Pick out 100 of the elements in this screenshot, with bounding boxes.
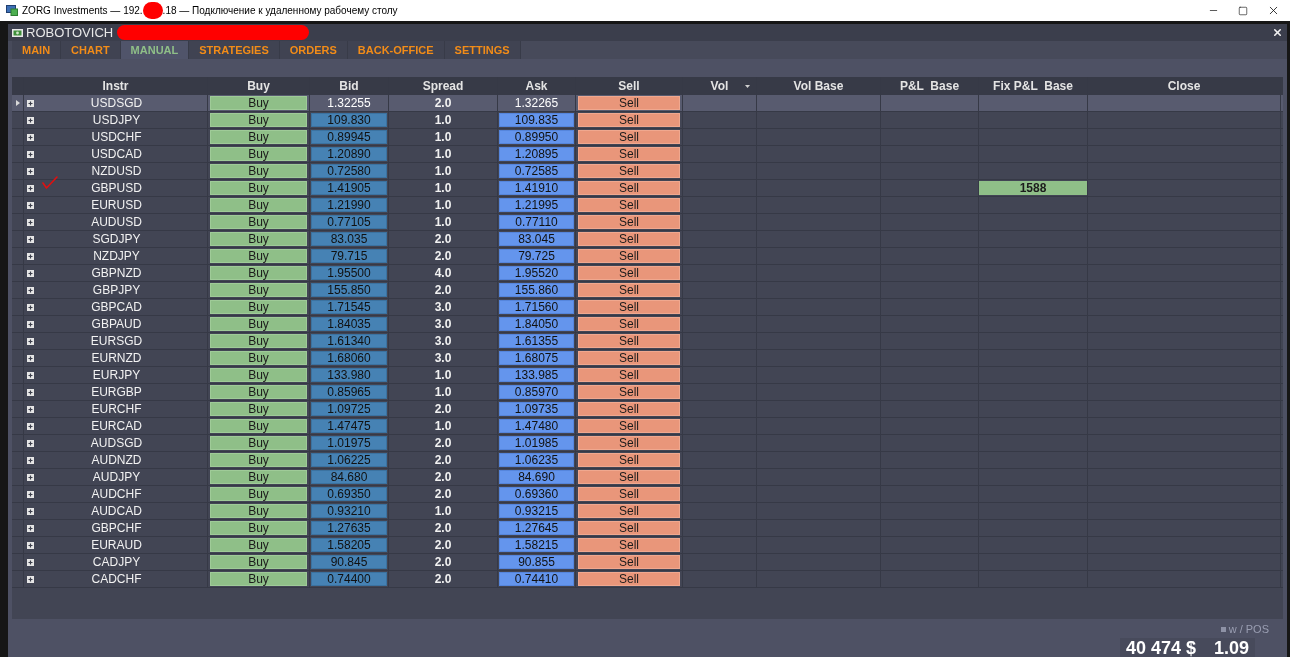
expand-icon[interactable] [27, 575, 34, 583]
table-row[interactable]: GBPCAD Buy 1.71545 3.0 1.71560 Sell [12, 299, 1283, 316]
tab[interactable]: STRATEGIES [189, 41, 280, 59]
sell-button[interactable]: Sell [578, 317, 680, 331]
expand-icon[interactable] [27, 456, 34, 464]
expand-icon[interactable] [27, 439, 34, 447]
table-row[interactable]: USDSGD Buy 1.32255 2.0 1.32265 Sell [12, 95, 1283, 112]
buy-button[interactable]: Buy [210, 538, 307, 552]
sell-button[interactable]: Sell [578, 555, 680, 569]
buy-button[interactable]: Buy [210, 572, 307, 586]
table-row[interactable]: AUDCHF Buy 0.69350 2.0 0.69360 Sell [12, 486, 1283, 503]
sell-button[interactable]: Sell [578, 266, 680, 280]
table-row[interactable]: GBPNZD Buy 1.95500 4.0 1.95520 Sell [12, 265, 1283, 282]
buy-button[interactable]: Buy [210, 453, 307, 467]
table-row[interactable]: EURCHF Buy 1.09725 2.0 1.09735 Sell [12, 401, 1283, 418]
sell-button[interactable]: Sell [578, 164, 680, 178]
expand-icon[interactable] [27, 337, 34, 345]
buy-button[interactable]: Buy [210, 419, 307, 433]
table-row[interactable]: USDJPY Buy 109.830 1.0 109.835 Sell [12, 112, 1283, 129]
table-row[interactable]: GBPCHF Buy 1.27635 2.0 1.27645 Sell [12, 520, 1283, 537]
column-header[interactable]: Fix P&L Base [993, 80, 1073, 92]
table-row[interactable]: EURJPY Buy 133.980 1.0 133.985 Sell [12, 367, 1283, 384]
tab[interactable]: CHART [61, 41, 121, 59]
buy-button[interactable]: Buy [210, 130, 307, 144]
column-header[interactable]: Instr [102, 80, 129, 92]
buy-button[interactable]: Buy [210, 555, 307, 569]
sell-button[interactable]: Sell [578, 198, 680, 212]
sell-button[interactable]: Sell [578, 96, 680, 110]
close-icon[interactable] [1272, 27, 1283, 38]
buy-button[interactable]: Buy [210, 266, 307, 280]
expand-icon[interactable] [27, 354, 34, 362]
sell-button[interactable]: Sell [578, 300, 680, 314]
expand-icon[interactable] [27, 184, 34, 192]
sell-button[interactable]: Sell [578, 487, 680, 501]
table-row[interactable]: NZDJPY Buy 79.715 2.0 79.725 Sell [12, 248, 1283, 265]
table-row[interactable]: EURGBP Buy 0.85965 1.0 0.85970 Sell [12, 384, 1283, 401]
column-header[interactable]: Vol [710, 80, 729, 92]
table-row[interactable]: CADJPY Buy 90.845 2.0 90.855 Sell [12, 554, 1283, 571]
caret-icon[interactable] [745, 84, 750, 88]
column-header[interactable]: Vol Base [793, 80, 844, 92]
buy-button[interactable]: Buy [210, 181, 307, 195]
expand-icon[interactable] [27, 133, 34, 141]
buy-button[interactable]: Buy [210, 385, 307, 399]
expand-icon[interactable] [27, 286, 34, 294]
sell-button[interactable]: Sell [578, 504, 680, 518]
sell-button[interactable]: Sell [578, 368, 680, 382]
sell-button[interactable]: Sell [578, 113, 680, 127]
expand-icon[interactable] [27, 422, 34, 430]
sell-button[interactable]: Sell [578, 351, 680, 365]
sell-button[interactable]: Sell [578, 572, 680, 586]
buy-button[interactable]: Buy [210, 368, 307, 382]
sell-button[interactable]: Sell [578, 249, 680, 263]
buy-button[interactable]: Buy [210, 113, 307, 127]
buy-button[interactable]: Buy [210, 164, 307, 178]
buy-button[interactable]: Buy [210, 436, 307, 450]
table-row[interactable]: SGDJPY Buy 83.035 2.0 83.045 Sell [12, 231, 1283, 248]
buy-button[interactable]: Buy [210, 147, 307, 161]
sell-button[interactable]: Sell [578, 538, 680, 552]
buy-button[interactable]: Buy [210, 198, 307, 212]
sell-button[interactable]: Sell [578, 181, 680, 195]
buy-button[interactable]: Buy [210, 504, 307, 518]
sell-button[interactable]: Sell [578, 453, 680, 467]
tab[interactable]: MAIN [12, 41, 62, 59]
column-header[interactable]: Spread [422, 80, 464, 92]
sell-button[interactable]: Sell [578, 419, 680, 433]
table-row[interactable]: USDCHF Buy 0.89945 1.0 0.89950 Sell [12, 129, 1283, 146]
expand-icon[interactable] [27, 507, 34, 515]
expand-icon[interactable] [27, 490, 34, 498]
column-header[interactable]: Bid [339, 80, 359, 92]
column-header[interactable]: Close [1167, 80, 1201, 92]
expand-icon[interactable] [27, 558, 34, 566]
expand-icon[interactable] [27, 252, 34, 260]
tab[interactable]: MANUAL [120, 41, 190, 59]
table-row[interactable]: EURSGD Buy 1.61340 3.0 1.61355 Sell [12, 333, 1283, 350]
buy-button[interactable]: Buy [210, 470, 307, 484]
tab[interactable]: ORDERS [279, 41, 348, 59]
expand-icon[interactable] [27, 405, 34, 413]
tab[interactable]: SETTINGS [444, 41, 521, 59]
table-row[interactable]: USDCAD Buy 1.20890 1.0 1.20895 Sell [12, 146, 1283, 163]
sell-button[interactable]: Sell [578, 521, 680, 535]
sell-button[interactable]: Sell [578, 402, 680, 416]
expand-icon[interactable] [27, 99, 34, 107]
table-row[interactable]: EURUSD Buy 1.21990 1.0 1.21995 Sell [12, 197, 1283, 214]
expand-icon[interactable] [27, 524, 34, 532]
table-row[interactable]: EURCAD Buy 1.47475 1.0 1.47480 Sell [12, 418, 1283, 435]
buy-button[interactable]: Buy [210, 317, 307, 331]
expand-icon[interactable] [27, 473, 34, 481]
buy-button[interactable]: Buy [210, 334, 307, 348]
column-header[interactable]: Buy [247, 80, 270, 92]
table-row[interactable]: GBPAUD Buy 1.84035 3.0 1.84050 Sell [12, 316, 1283, 333]
buy-button[interactable]: Buy [210, 249, 307, 263]
sell-button[interactable]: Sell [578, 385, 680, 399]
column-header[interactable]: Ask [525, 80, 548, 92]
buy-button[interactable]: Buy [210, 351, 307, 365]
expand-icon[interactable] [27, 201, 34, 209]
buy-button[interactable]: Buy [210, 402, 307, 416]
sell-button[interactable]: Sell [578, 470, 680, 484]
buy-button[interactable]: Buy [210, 215, 307, 229]
table-row[interactable]: AUDNZD Buy 1.06225 2.0 1.06235 Sell [12, 452, 1283, 469]
table-row[interactable]: EURAUD Buy 1.58205 2.0 1.58215 Sell [12, 537, 1283, 554]
